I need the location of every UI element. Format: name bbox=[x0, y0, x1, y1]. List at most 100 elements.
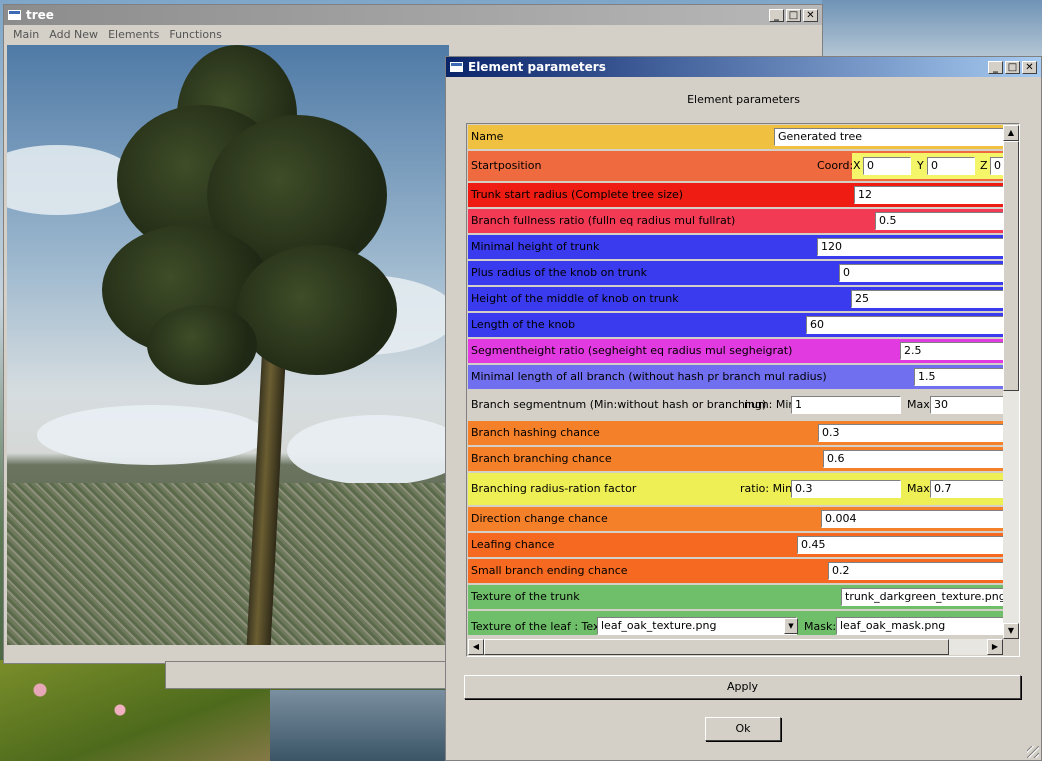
menu-main[interactable]: Main bbox=[8, 28, 44, 41]
hashing-chance-input[interactable]: 0.3 bbox=[818, 424, 1003, 442]
coord-x-input[interactable]: 0 bbox=[863, 157, 911, 175]
trunk-texture-input[interactable]: trunk_darkgreen_texture.png bbox=[841, 588, 1003, 606]
z-label: Z bbox=[980, 159, 988, 172]
param-row-name: Name Generated tree bbox=[468, 125, 1003, 151]
y-label: Y bbox=[917, 159, 924, 172]
3d-viewport[interactable] bbox=[7, 45, 449, 645]
menu-elements[interactable]: Elements bbox=[103, 28, 164, 41]
ratio-min-input[interactable]: 0.3 bbox=[791, 480, 901, 498]
close-button[interactable]: ✕ bbox=[1022, 60, 1037, 74]
mask-label: Mask: bbox=[804, 620, 837, 633]
param-label: Direction change chance bbox=[471, 512, 608, 525]
param-row-branch-segmentnum: Branch segmentnum (Min:without hash or b… bbox=[468, 391, 1003, 421]
tree-canopy bbox=[147, 305, 257, 385]
page-title: Element parameters bbox=[687, 93, 800, 106]
scroll-down-icon[interactable]: ▼ bbox=[1003, 623, 1019, 639]
maximize-button[interactable]: □ bbox=[1005, 60, 1020, 74]
knob-length-input[interactable]: 60 bbox=[806, 316, 1003, 334]
minimize-button[interactable]: _ bbox=[988, 60, 1003, 74]
branching-chance-input[interactable]: 0.6 bbox=[823, 450, 1003, 468]
segmentnum-min-input[interactable]: 1 bbox=[791, 396, 901, 414]
param-row-knob-radius: Plus radius of the knob on trunk 0 bbox=[468, 261, 1003, 287]
coord-z-input[interactable]: 0 bbox=[990, 157, 1003, 175]
ground-terrain bbox=[7, 483, 449, 645]
minimal-branch-length-input[interactable]: 1.5 bbox=[914, 368, 1003, 386]
scrollbar-thumb[interactable] bbox=[484, 639, 949, 655]
param-row-leafing-chance: Leafing chance 0.45 bbox=[468, 533, 1003, 559]
param-label: Texture of the leaf : Tex: bbox=[471, 620, 604, 633]
param-row-segmentheight-ratio: Segmentheight ratio (segheight eq radius… bbox=[468, 339, 1003, 365]
parameter-rows: Name Generated tree Startposition Coord:… bbox=[468, 125, 1003, 639]
scroll-right-icon[interactable]: ▶ bbox=[987, 639, 1003, 655]
param-label: Height of the middle of knob on trunk bbox=[471, 292, 679, 305]
segmentheight-ratio-input[interactable]: 2.5 bbox=[900, 342, 1003, 360]
max-label: Max bbox=[907, 482, 930, 495]
menubar: Main Add New Elements Functions bbox=[4, 25, 822, 43]
scrollbar-thumb[interactable] bbox=[1003, 141, 1019, 391]
param-label: Segmentheight ratio (segheight eq radius… bbox=[471, 344, 793, 357]
minimize-button[interactable]: _ bbox=[769, 8, 784, 22]
segmentnum-max-input[interactable]: 30 bbox=[930, 396, 1003, 414]
param-label: Leafing chance bbox=[471, 538, 555, 551]
ok-button[interactable]: Ok bbox=[705, 717, 781, 741]
ratio-min-label: ratio: Min bbox=[740, 482, 793, 495]
cloud bbox=[287, 415, 449, 485]
x-label: X bbox=[853, 159, 861, 172]
param-row-minimal-branch-length: Minimal length of all branch (without ha… bbox=[468, 365, 1003, 391]
tree-window-title: tree bbox=[26, 8, 54, 22]
param-label: Name bbox=[471, 130, 504, 143]
menu-functions[interactable]: Functions bbox=[164, 28, 227, 41]
cloud bbox=[37, 405, 267, 465]
param-label: Minimal height of trunk bbox=[471, 240, 600, 253]
branch-fullness-input[interactable]: 0.5 bbox=[875, 212, 1003, 230]
param-window-title: Element parameters bbox=[468, 60, 606, 74]
knob-height-input[interactable]: 25 bbox=[851, 290, 1003, 308]
resize-grip-icon[interactable] bbox=[1027, 746, 1039, 758]
direction-change-input[interactable]: 0.004 bbox=[821, 510, 1003, 528]
param-row-knob-length: Length of the knob 60 bbox=[468, 313, 1003, 339]
small-branch-ending-input[interactable]: 0.2 bbox=[828, 562, 1003, 580]
param-row-minimal-trunk-height: Minimal height of trunk 120 bbox=[468, 235, 1003, 261]
num-min-label: num: Min bbox=[744, 398, 796, 411]
param-row-trunk-start-radius: Trunk start radius (Complete tree size) … bbox=[468, 183, 1003, 209]
tree-window-titlebar[interactable]: tree _ □ ✕ bbox=[4, 5, 822, 25]
param-window-titlebar[interactable]: Element parameters _ □ ✕ bbox=[446, 57, 1041, 77]
param-label: Branch fullness ratio (fulln eq radius m… bbox=[471, 214, 736, 227]
param-label: Branch hashing chance bbox=[471, 426, 600, 439]
desktop-background bbox=[822, 0, 1042, 60]
param-row-branch-fullness: Branch fullness ratio (fulln eq radius m… bbox=[468, 209, 1003, 235]
desktop-background-water bbox=[270, 690, 450, 761]
close-button[interactable]: ✕ bbox=[803, 8, 818, 22]
param-row-trunk-texture: Texture of the trunk trunk_darkgreen_tex… bbox=[468, 585, 1003, 611]
param-row-small-branch-ending: Small branch ending chance 0.2 bbox=[468, 559, 1003, 585]
window-icon bbox=[8, 10, 21, 20]
scroll-up-icon[interactable]: ▲ bbox=[1003, 125, 1019, 141]
coord-y-input[interactable]: 0 bbox=[927, 157, 975, 175]
ratio-max-input[interactable]: 0.7 bbox=[930, 480, 1003, 498]
maximize-button[interactable]: □ bbox=[786, 8, 801, 22]
element-parameters-window: Element parameters _ □ ✕ Element paramet… bbox=[445, 56, 1042, 761]
parameter-list: Name Generated tree Startposition Coord:… bbox=[466, 123, 1020, 657]
param-row-branching-chance: Branch branching chance 0.6 bbox=[468, 447, 1003, 473]
leafing-chance-input[interactable]: 0.45 bbox=[797, 536, 1003, 554]
trunk-start-radius-input[interactable]: 12 bbox=[854, 186, 1003, 204]
param-label: Small branch ending chance bbox=[471, 564, 628, 577]
knob-radius-input[interactable]: 0 bbox=[839, 264, 1003, 282]
name-input[interactable]: Generated tree bbox=[774, 128, 1003, 146]
tree-canopy bbox=[237, 245, 397, 375]
leaf-texture-select[interactable]: leaf_oak_texture.png bbox=[597, 617, 797, 635]
minimal-trunk-height-input[interactable]: 120 bbox=[817, 238, 1003, 256]
param-label: Length of the knob bbox=[471, 318, 576, 331]
param-label: Minimal length of all branch (without ha… bbox=[471, 370, 827, 383]
param-row-direction-change: Direction change chance 0.004 bbox=[468, 507, 1003, 533]
param-row-branching-radius-ratio: Branching radius-ration factor ratio: Mi… bbox=[468, 473, 1003, 507]
chevron-down-icon[interactable]: ▼ bbox=[784, 618, 798, 634]
horizontal-scrollbar[interactable]: ◀ ▶ bbox=[468, 639, 1003, 655]
vertical-scrollbar[interactable]: ▲ ▼ bbox=[1003, 125, 1019, 639]
apply-button[interactable]: Apply bbox=[464, 675, 1021, 699]
menu-add-new[interactable]: Add New bbox=[44, 28, 103, 41]
scroll-left-icon[interactable]: ◀ bbox=[468, 639, 484, 655]
max-label: Max bbox=[907, 398, 930, 411]
param-label: Startposition bbox=[471, 159, 542, 172]
leaf-mask-input[interactable]: leaf_oak_mask.png bbox=[836, 617, 1003, 635]
